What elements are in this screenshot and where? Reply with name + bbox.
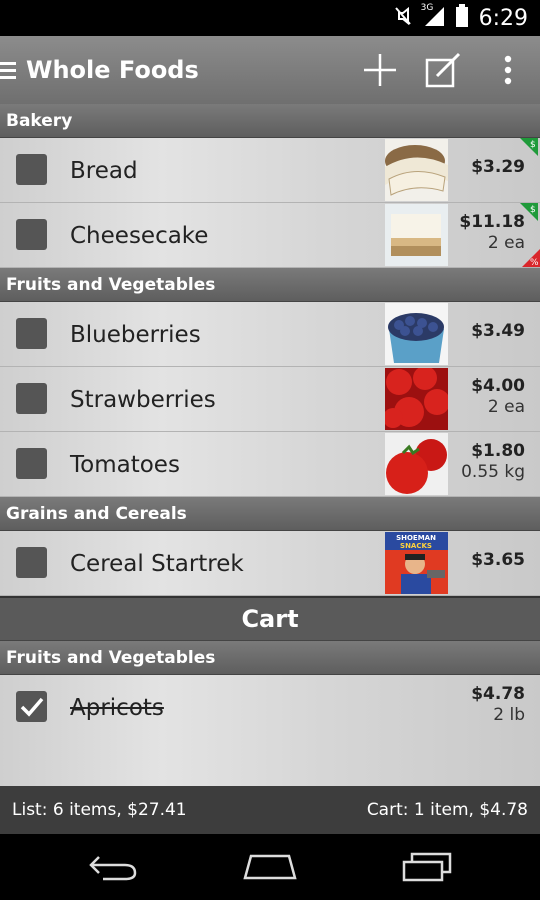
item-name: Bread [70,158,138,184]
action-bar: Whole Foods [0,36,540,104]
cart-item[interactable]: Apricots $4.78 2 lb [0,675,540,740]
item-checkbox[interactable] [16,448,47,479]
item-price: $3.29 [471,157,525,177]
item-name: Cereal Startrek [70,551,244,577]
network-label: 3G [420,3,434,13]
item-checkbox[interactable] [16,318,47,349]
list-item[interactable]: Strawberries $4.00 2 ea [0,367,540,432]
item-price: $4.78 2 lb [471,684,525,726]
list-item[interactable]: Cheesecake $11.18 2 ea $ % [0,203,540,268]
back-button[interactable] [53,834,173,900]
svg-text:SNACKS: SNACKS [400,542,432,550]
battery-icon [455,4,469,32]
list-item[interactable]: Cereal Startrek SHOEMAN SNACKS $3.65 [0,531,540,596]
item-name: Cheesecake [70,223,209,249]
shopping-list: Bakery Bread $3.29 $ Cheesecake $11.18 2… [0,104,540,786]
item-thumbnail [385,303,448,365]
edit-icon [425,52,461,88]
store-title[interactable]: Whole Foods [26,56,199,84]
item-price: $1.80 0.55 kg [461,441,525,483]
cart-total: Cart: 1 item, $4.78 [366,800,528,820]
item-name: Apricots [70,695,164,721]
drawer-menu-icon[interactable] [0,58,22,83]
item-thumbnail [385,368,448,430]
recents-button[interactable] [368,834,488,900]
item-checkbox[interactable] [16,383,47,414]
item-name: Strawberries [70,387,216,413]
item-price: $3.65 [471,550,525,570]
quantity-value: 0.55 kg [461,462,525,482]
item-thumbnail [385,204,448,266]
category-header: Bakery [0,104,540,138]
quantity-value: 2 lb [493,705,525,725]
edit-list-button[interactable] [412,36,476,104]
price-value: $4.78 [471,684,525,704]
status-bar: 3G 6:29 [0,0,540,36]
item-thumbnail: SHOEMAN SNACKS [385,532,448,594]
signal-3g-icon: 3G [420,3,445,31]
item-price: $4.00 2 ea [471,376,525,418]
item-checkbox-checked[interactable] [16,691,47,722]
list-item[interactable]: Bread $3.29 $ [0,138,540,203]
price-value: $4.00 [471,376,525,396]
category-header: Fruits and Vegetables [0,268,540,302]
price-value: $11.18 [459,212,525,232]
plus-icon [364,54,396,86]
category-header: Grains and Cereals [0,497,540,531]
more-vert-icon [504,55,512,85]
item-name: Blueberries [70,322,201,348]
navigation-bar [0,834,540,900]
checkmark-icon [20,697,44,717]
svg-text:%: % [530,258,539,267]
item-price: $11.18 2 ea [459,212,525,254]
list-total: List: 6 items, $27.41 [12,800,187,820]
svg-text:SHOEMAN: SHOEMAN [396,534,436,542]
item-checkbox[interactable] [16,547,47,578]
recents-icon [402,852,452,882]
item-checkbox[interactable] [16,219,47,250]
svg-text:$: $ [530,140,536,150]
svg-text:$: $ [530,205,536,215]
item-checkbox[interactable] [16,154,47,185]
item-price: $3.49 [471,321,525,341]
list-item[interactable]: Blueberries $3.49 [0,302,540,367]
category-header: Fruits and Vegetables [0,641,540,675]
dollar-badge-icon: $ [520,203,538,221]
price-value: $1.80 [471,441,525,461]
mute-icon [393,5,413,31]
home-icon [243,854,297,880]
add-item-button[interactable] [348,36,412,104]
home-button[interactable] [210,834,330,900]
cart-header: Cart [0,596,540,641]
overflow-menu-button[interactable] [476,36,540,104]
totals-bar: List: 6 items, $27.41 Cart: 1 item, $4.7… [0,786,540,834]
list-item[interactable]: Tomatoes $1.80 0.55 kg [0,432,540,497]
item-thumbnail [385,139,448,201]
clock: 6:29 [478,5,528,31]
back-icon [89,856,137,881]
percent-badge-icon: % [522,249,540,268]
item-thumbnail [385,433,448,495]
dollar-badge-icon: $ [520,138,538,156]
quantity-value: 2 ea [487,233,525,253]
item-name: Tomatoes [70,452,180,478]
quantity-value: 2 ea [487,397,525,417]
